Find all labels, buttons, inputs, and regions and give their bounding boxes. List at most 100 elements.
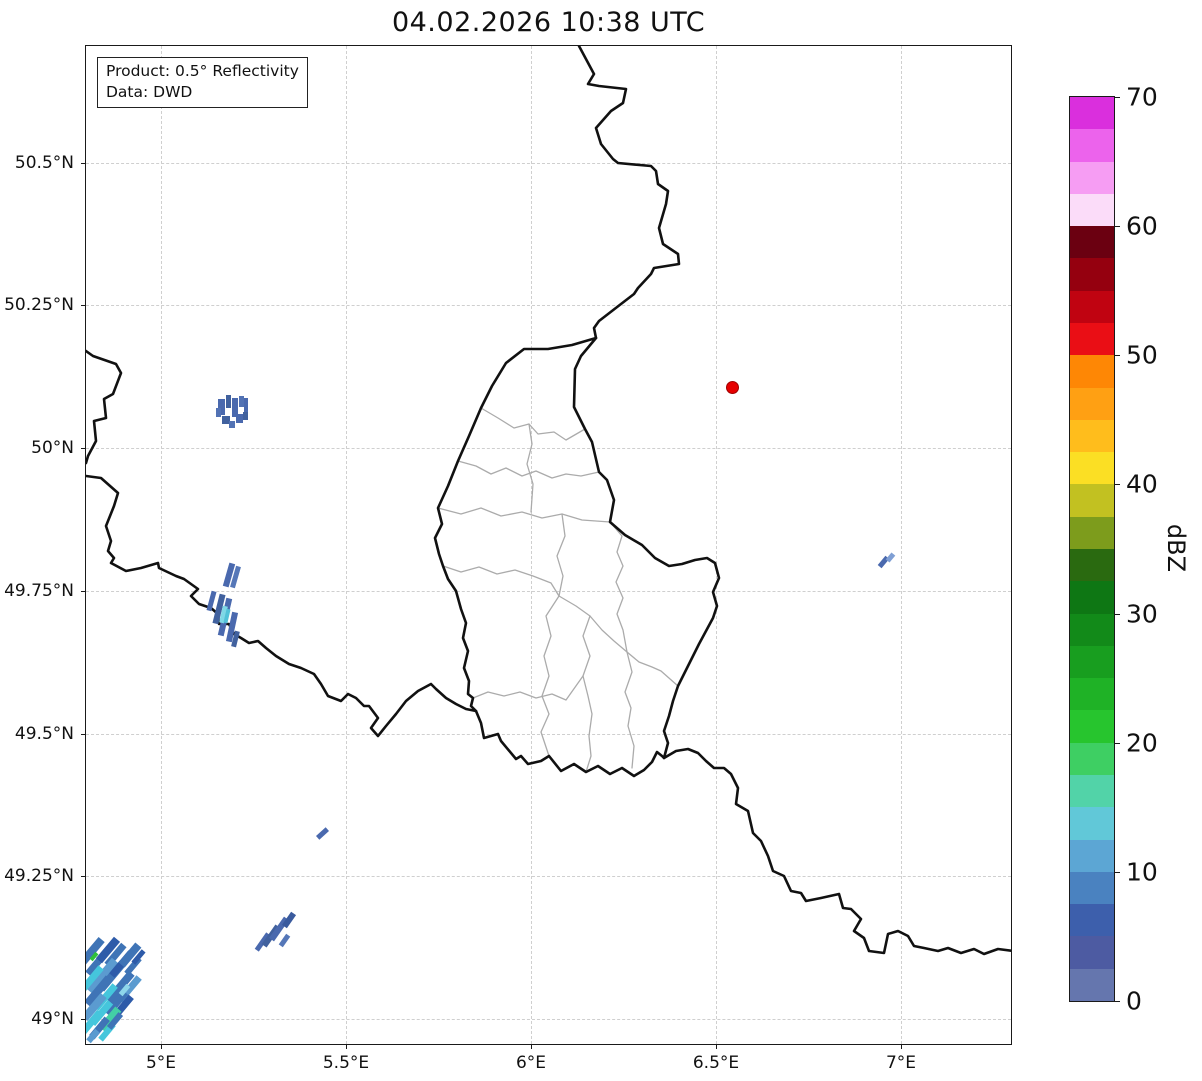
colorbar-segment [1070,614,1114,647]
colorbar-tick-label: 30 [1126,599,1158,628]
product-label: Product: 0.5° Reflectivity [106,61,299,82]
lat-tick-label: 49°N [31,1009,74,1029]
lon-tick-mark [716,1044,717,1049]
radar-echo-bin [226,395,231,408]
colorbar-tick-mark [1114,614,1120,615]
admin-border-path [443,566,559,596]
colorbar-tick-label: 10 [1126,857,1158,886]
colorbar-unit-label: dBZ [1162,524,1190,572]
admin-border-path [625,652,634,768]
colorbar-segment [1070,678,1114,711]
lat-tick-label: 50.25°N [4,295,74,315]
country-border-belgium_germany [579,46,679,338]
colorbar-segment [1070,226,1114,259]
product-info-box: Product: 0.5° Reflectivity Data: DWD [97,57,308,108]
lon-tick-mark [901,1044,902,1049]
lon-tick-mark [161,1044,162,1049]
lon-tick-label: 5°E [146,1053,176,1073]
colorbar-tick-label: 70 [1126,83,1158,112]
red-point-marker [726,381,739,394]
colorbar-segment [1070,291,1114,324]
colorbar-segment [1070,517,1114,550]
colorbar-segment [1070,646,1114,679]
lat-tick-label: 49.5°N [15,724,74,744]
data-source-label: Data: DWD [106,82,299,103]
lon-tick-label: 6.5°E [693,1053,739,1073]
admin-border-path [473,676,583,700]
country-border-luxembourg [435,338,719,776]
lat-tick-mark [81,163,86,164]
lat-tick-mark [81,734,86,735]
country-border-france_germany [664,749,1011,954]
colorbar-segment [1070,194,1114,227]
colorbar-tick-label: 60 [1126,212,1158,241]
radar-reflectivity-figure: 04.02.2026 10:38 UTC 5°E5.5°E6°E6.5°E7°E… [0,0,1202,1081]
lat-tick-label: 50°N [31,438,74,458]
colorbar-segment [1070,258,1114,291]
colorbar-segment [1070,872,1114,905]
admin-border-path [541,596,559,756]
colorbar-tick-label: 40 [1126,470,1158,499]
colorbar-segment [1070,420,1114,453]
colorbar-segment [1070,969,1114,1002]
colorbar-segment [1070,452,1114,485]
colorbar-tick-label: 0 [1126,987,1142,1016]
colorbar-segment [1070,775,1114,808]
lon-tick-label: 5.5°E [323,1053,369,1073]
colorbar-segment [1070,162,1114,195]
colorbar-tick-mark [1114,226,1120,227]
colorbar-segment [1070,388,1114,421]
colorbar-segment [1070,743,1114,776]
colorbar-tick-mark [1114,355,1120,356]
colorbar-tick-mark [1114,743,1120,744]
colorbar-tick-mark [1114,872,1120,873]
colorbar-segment [1070,807,1114,840]
lat-tick-label: 50.5°N [15,153,74,173]
lon-tick-label: 6°E [516,1053,546,1073]
country-border-france_belgium [86,476,476,736]
colorbar: 706050403020100 [1069,96,1115,1002]
colorbar-segment [1070,97,1114,130]
radar-echo-bin [244,398,248,412]
admin-border-path [557,514,565,596]
map-plot-area: 5°E5.5°E6°E6.5°E7°E50.5°N50.25°N50°N49.7… [85,45,1012,1045]
lon-tick-mark [531,1044,532,1049]
colorbar-segment [1070,840,1114,873]
country-border-france_belgium_loop [86,351,121,463]
radar-echo-bin [243,412,248,420]
plot-title: 04.02.2026 10:38 UTC [85,7,1012,38]
colorbar-segment [1070,581,1114,614]
admin-border-path [438,508,610,522]
colorbar-segment [1070,355,1114,388]
lon-tick-label: 7°E [886,1053,916,1073]
lat-tick-mark [81,876,86,877]
lat-tick-label: 49.75°N [4,581,74,601]
colorbar-tick-mark [1114,484,1120,485]
admin-border-path [610,522,627,652]
lat-tick-mark [81,448,86,449]
colorbar-tick-label: 50 [1126,341,1158,370]
map-clip-layer [86,46,1011,1044]
admin-border-path [583,616,592,772]
radar-echo-bin [236,414,243,423]
lat-tick-mark [81,1019,86,1020]
radar-echo-bin [229,421,235,428]
colorbar-segment [1070,549,1114,582]
radar-echo-bin [216,408,221,417]
colorbar-segment [1070,904,1114,937]
colorbar-segment [1070,484,1114,517]
admin-border-path [527,424,533,512]
lon-tick-mark [346,1044,347,1049]
colorbar-segment [1070,710,1114,743]
colorbar-tick-mark [1114,97,1120,98]
lat-tick-mark [81,591,86,592]
colorbar-tick-mark [1114,1001,1120,1002]
colorbar-segment [1070,323,1114,356]
country-borders-svg [86,46,1011,1044]
colorbar-segment [1070,129,1114,162]
admin-border-path [481,408,585,440]
lat-tick-mark [81,305,86,306]
lat-tick-label: 49.25°N [4,866,74,886]
colorbar-tick-label: 20 [1126,728,1158,757]
colorbar-segment [1070,936,1114,969]
